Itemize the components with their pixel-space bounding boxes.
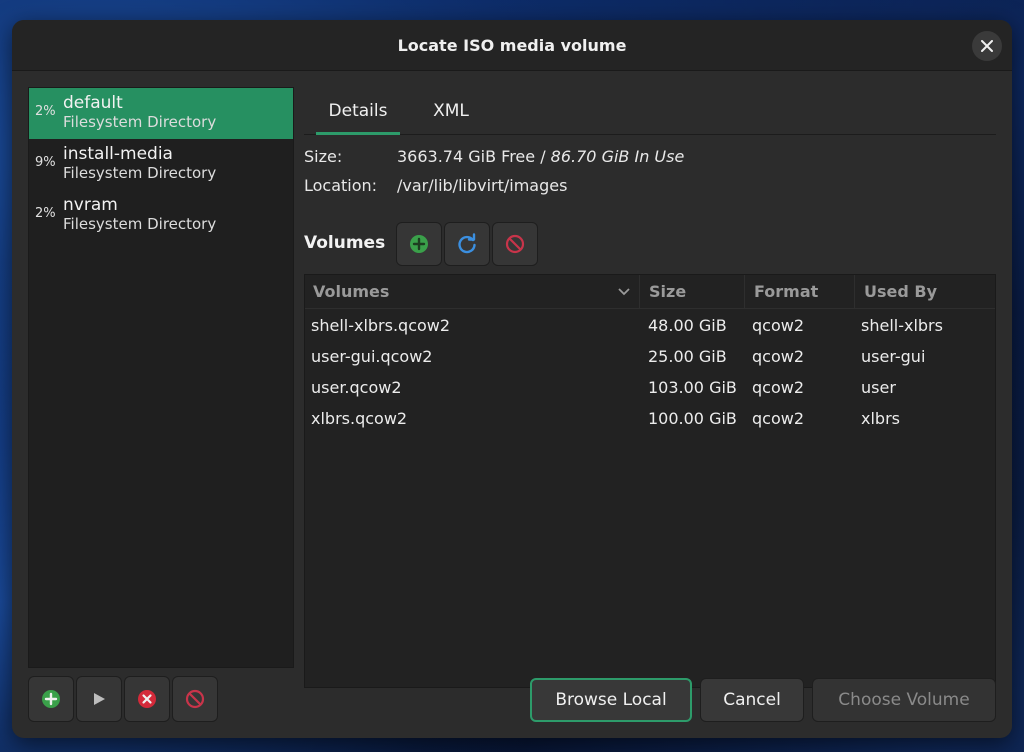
play-icon bbox=[94, 693, 105, 705]
location-label: Location: bbox=[304, 176, 378, 195]
details-panel: Size: 3663.74 GiB Free / 86.70 GiB In Us… bbox=[304, 136, 996, 688]
pool-name: default bbox=[63, 93, 123, 113]
pool-usage-percent: 2% bbox=[35, 206, 56, 221]
location-value: /var/lib/libvirt/images bbox=[397, 176, 568, 195]
storage-pool-list: 2% default Filesystem Directory 9% insta… bbox=[28, 87, 294, 668]
column-header-size[interactable]: Size bbox=[641, 275, 745, 309]
add-volume-button[interactable] bbox=[396, 222, 442, 266]
volumes-toolbar: Volumes bbox=[304, 222, 604, 266]
size-value: 3663.74 GiB Free / 86.70 GiB In Use bbox=[397, 147, 684, 166]
table-header: Volumes Size Format Used By bbox=[305, 275, 995, 309]
browse-local-button[interactable]: Browse Local bbox=[530, 678, 692, 722]
cancel-button[interactable]: Cancel bbox=[700, 678, 804, 722]
stop-pool-button[interactable] bbox=[124, 676, 170, 722]
refresh-icon bbox=[458, 233, 476, 254]
volume-name: user-gui.qcow2 bbox=[311, 347, 433, 366]
volume-used-by: user bbox=[861, 378, 896, 397]
table-row[interactable]: user-gui.qcow2 25.00 GiB qcow2 user-gui bbox=[305, 341, 995, 372]
table-row[interactable]: xlbrs.qcow2 100.00 GiB qcow2 xlbrs bbox=[305, 403, 995, 434]
stop-icon bbox=[138, 690, 156, 708]
add-icon bbox=[410, 235, 428, 253]
choose-volume-button[interactable]: Choose Volume bbox=[812, 678, 996, 722]
volume-size: 48.00 GiB bbox=[648, 316, 727, 335]
stop-icon bbox=[505, 234, 525, 254]
volume-name: xlbrs.qcow2 bbox=[311, 409, 408, 428]
volume-format: qcow2 bbox=[752, 316, 805, 335]
pool-name: nvram bbox=[63, 195, 118, 215]
volumes-table: Volumes Size Format Used By shell-xlbrs.… bbox=[304, 274, 996, 688]
volume-size: 100.00 GiB bbox=[648, 409, 737, 428]
tab-details[interactable]: Details bbox=[316, 87, 400, 135]
volume-used-by: xlbrs bbox=[861, 409, 900, 428]
dialog-title: Locate ISO media volume bbox=[397, 36, 627, 55]
add-pool-button[interactable] bbox=[28, 676, 74, 722]
add-icon bbox=[42, 690, 60, 708]
delete-icon bbox=[185, 689, 205, 709]
pool-type: Filesystem Directory bbox=[63, 215, 217, 233]
tab-xml[interactable]: XML bbox=[414, 87, 488, 135]
pool-name: install-media bbox=[63, 144, 173, 164]
column-header-format[interactable]: Format bbox=[746, 275, 855, 309]
table-row[interactable]: user.qcow2 103.00 GiB qcow2 user bbox=[305, 372, 995, 403]
pool-usage-percent: 2% bbox=[35, 104, 56, 119]
volume-size: 103.00 GiB bbox=[648, 378, 737, 397]
close-button[interactable] bbox=[972, 31, 1002, 61]
volume-format: qcow2 bbox=[752, 409, 805, 428]
locate-iso-dialog: Locate ISO media volume 2% default Files… bbox=[12, 20, 1012, 738]
table-row[interactable]: shell-xlbrs.qcow2 48.00 GiB qcow2 shell-… bbox=[305, 310, 995, 341]
pool-item-default[interactable]: 2% default Filesystem Directory bbox=[29, 88, 293, 139]
pool-usage-percent: 9% bbox=[35, 155, 56, 170]
delete-pool-button[interactable] bbox=[172, 676, 218, 722]
start-pool-button[interactable] bbox=[76, 676, 122, 722]
chevron-down-icon bbox=[618, 288, 630, 296]
volume-format: qcow2 bbox=[752, 347, 805, 366]
titlebar: Locate ISO media volume bbox=[12, 20, 1012, 71]
refresh-volumes-button[interactable] bbox=[444, 222, 490, 266]
close-icon bbox=[981, 40, 993, 52]
volume-size: 25.00 GiB bbox=[648, 347, 727, 366]
delete-volume-button[interactable] bbox=[492, 222, 538, 266]
column-header-used-by[interactable]: Used By bbox=[856, 275, 996, 309]
pool-type: Filesystem Directory bbox=[63, 164, 217, 182]
pool-item-install-media[interactable]: 9% install-media Filesystem Directory bbox=[29, 139, 293, 190]
column-header-volumes[interactable]: Volumes bbox=[305, 275, 640, 309]
size-free: 3663.74 GiB Free / bbox=[397, 147, 551, 166]
pool-toolbar bbox=[28, 676, 248, 722]
tab-bar: Details XML bbox=[304, 87, 996, 135]
volumes-label: Volumes bbox=[304, 233, 386, 253]
size-label: Size: bbox=[304, 147, 343, 166]
size-in-use: 86.70 GiB In Use bbox=[550, 147, 685, 166]
pool-type: Filesystem Directory bbox=[63, 113, 217, 131]
volume-name: shell-xlbrs.qcow2 bbox=[311, 316, 451, 335]
volume-used-by: user-gui bbox=[861, 347, 926, 366]
volume-used-by: shell-xlbrs bbox=[861, 316, 943, 335]
pool-item-nvram[interactable]: 2% nvram Filesystem Directory bbox=[29, 190, 293, 241]
volume-name: user.qcow2 bbox=[311, 378, 402, 397]
column-header-label: Volumes bbox=[313, 282, 390, 301]
volume-format: qcow2 bbox=[752, 378, 805, 397]
